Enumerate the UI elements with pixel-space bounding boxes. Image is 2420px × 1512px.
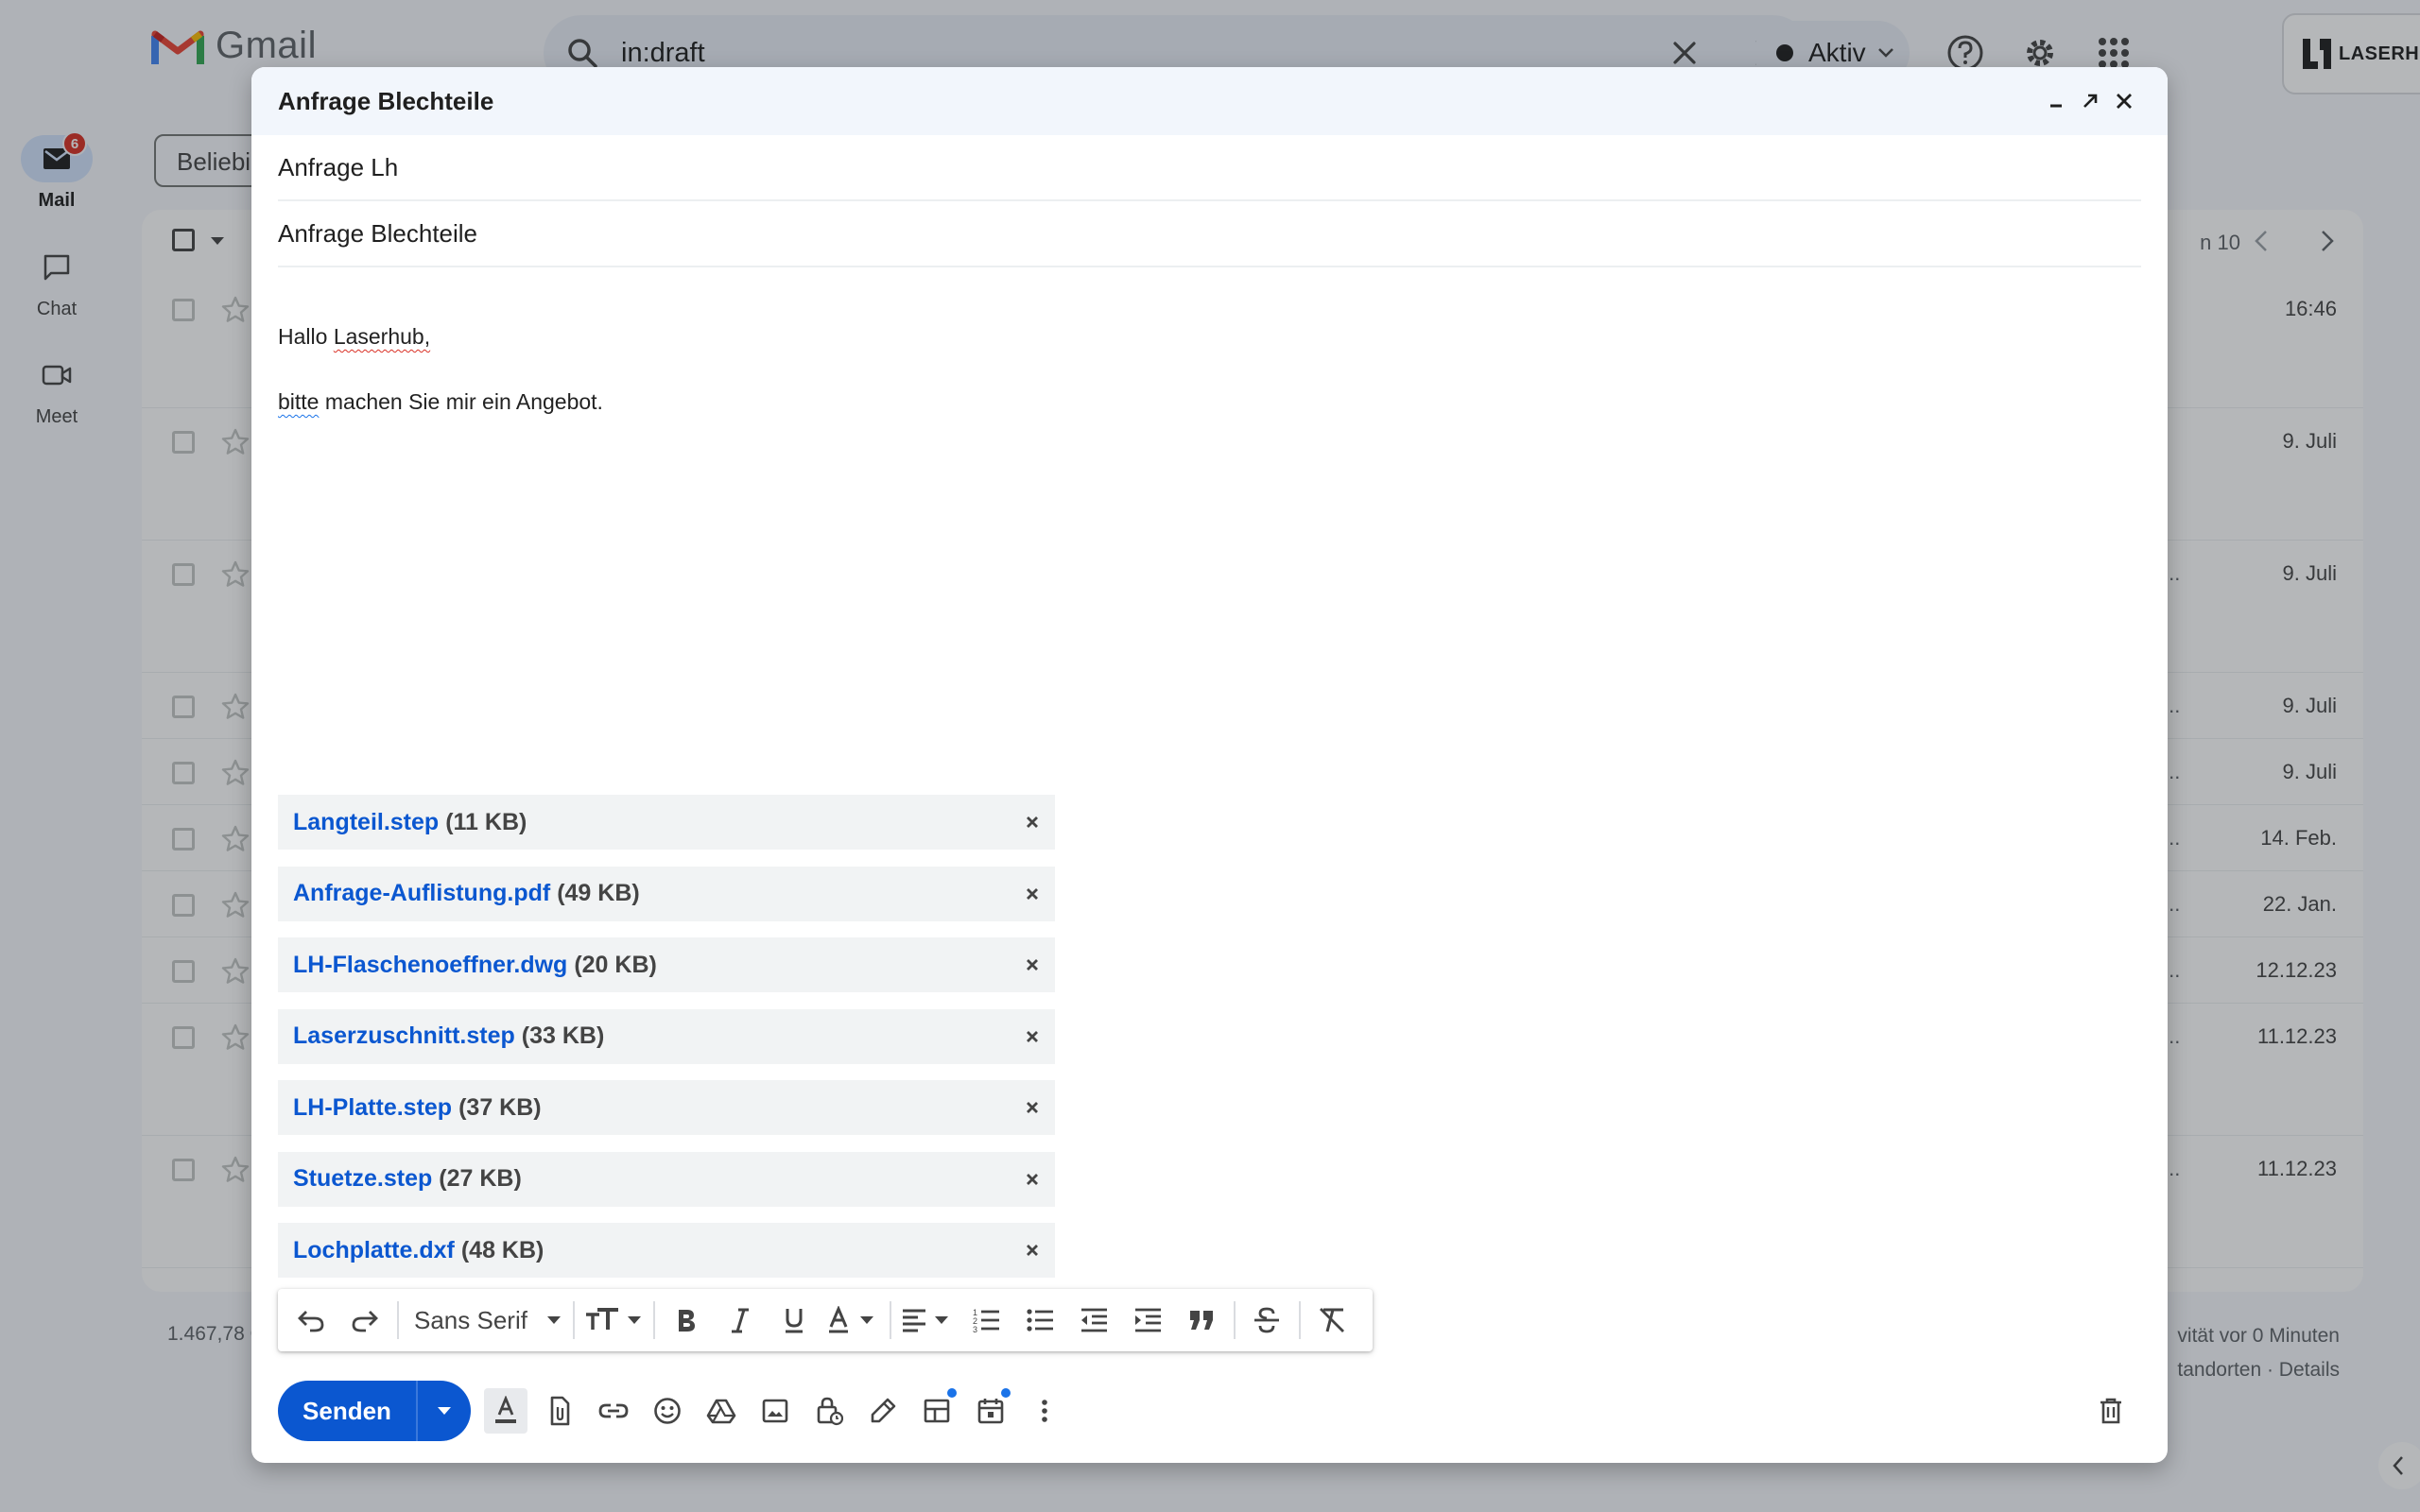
message-body[interactable]: Hallo Laserhub, bitte machen Sie mir ein… <box>278 320 603 451</box>
text-color-icon[interactable] <box>826 1298 879 1342</box>
body-line-1: Hallo Laserhub, <box>278 320 603 352</box>
minimize-icon[interactable] <box>2039 84 2073 118</box>
remove-attachment-icon[interactable] <box>1017 1092 1047 1123</box>
indent-more-icon[interactable] <box>1126 1298 1169 1342</box>
greeting-prefix: Hallo <box>278 324 334 349</box>
separator <box>1298 1301 1301 1339</box>
signature-icon[interactable] <box>861 1388 905 1434</box>
confidential-mode-icon[interactable] <box>807 1388 851 1434</box>
attachment-name[interactable]: Laserzuschnitt.step <box>293 1022 515 1050</box>
emoji-icon[interactable] <box>646 1388 689 1434</box>
svg-text:3: 3 <box>973 1325 977 1333</box>
body-rest: machen Sie mir ein Angebot. <box>319 389 603 414</box>
attachment-size: (37 KB) <box>458 1093 542 1121</box>
remove-attachment-icon[interactable] <box>1017 1164 1047 1194</box>
separator <box>652 1301 655 1339</box>
close-icon[interactable] <box>2107 84 2141 118</box>
font-select[interactable]: Sans Serif <box>408 1306 562 1335</box>
attachment-name[interactable]: Anfrage-Auflistung.pdf <box>293 880 550 907</box>
attachment-chip[interactable]: Lochplatte.dxf (48 KB) <box>278 1223 1055 1278</box>
attachment-size: (49 KB) <box>557 880 640 906</box>
compose-bottom-bar: Senden <box>278 1381 2141 1441</box>
formatting-options-icon[interactable] <box>484 1388 527 1434</box>
strikethrough-icon[interactable] <box>1245 1298 1288 1342</box>
attachment-name[interactable]: LH-Platte.step <box>293 1094 452 1122</box>
remove-formatting-icon[interactable] <box>1310 1298 1354 1342</box>
font-name: Sans Serif <box>414 1305 527 1334</box>
separator <box>1233 1301 1236 1339</box>
pop-out-icon[interactable] <box>2073 84 2107 118</box>
attachment-chip[interactable]: Anfrage-Auflistung.pdf (49 KB) <box>278 866 1055 921</box>
recipients-field[interactable]: Anfrage Lh <box>278 135 2141 201</box>
attachment-size: (11 KB) <box>445 808 527 835</box>
quote-icon[interactable] <box>1180 1298 1223 1342</box>
separator <box>889 1301 891 1339</box>
compose-title: Anfrage Blechteile <box>278 86 494 115</box>
attachment-size: (33 KB) <box>521 1022 605 1049</box>
attachment-chip[interactable]: Laserzuschnitt.step (33 KB) <box>278 1008 1055 1064</box>
italic-icon[interactable] <box>718 1298 762 1342</box>
remove-attachment-icon[interactable] <box>1017 879 1047 909</box>
remove-attachment-icon[interactable] <box>1017 807 1047 837</box>
attachment-chip[interactable]: LH-Platte.step (37 KB) <box>278 1080 1055 1135</box>
body-line-2: bitte machen Sie mir ein Angebot. <box>278 386 603 418</box>
trash-icon[interactable] <box>2088 1388 2134 1434</box>
insert-photo-icon[interactable] <box>753 1388 797 1434</box>
drive-icon[interactable] <box>700 1388 743 1434</box>
formatting-toolbar: Sans Serif 123 <box>278 1289 1373 1351</box>
attachment-size: (48 KB) <box>460 1236 544 1263</box>
send-options-button[interactable] <box>416 1381 471 1441</box>
dropdown-arrow-icon <box>546 1316 561 1324</box>
attachment-name[interactable]: Lochplatte.dxf <box>293 1237 455 1264</box>
attachment-size: (20 KB) <box>574 951 657 978</box>
attachment-chip[interactable]: Langteil.step (11 KB) <box>278 795 1055 850</box>
indent-less-icon[interactable] <box>1072 1298 1115 1342</box>
subject-field[interactable]: Anfrage Blechteile <box>278 201 2141 267</box>
underline-icon[interactable] <box>772 1298 816 1342</box>
separator <box>397 1301 399 1339</box>
more-options-icon[interactable] <box>1023 1388 1066 1434</box>
attachment-size: (27 KB) <box>439 1165 522 1192</box>
send-button[interactable]: Senden <box>278 1381 416 1441</box>
remove-attachment-icon[interactable] <box>1017 1235 1047 1265</box>
attachment-name[interactable]: Langteil.step <box>293 809 439 836</box>
numbered-list-icon[interactable]: 123 <box>964 1298 1008 1342</box>
attachment-name[interactable]: Stuetze.step <box>293 1165 432 1193</box>
align-icon[interactable] <box>901 1298 954 1342</box>
attach-file-icon[interactable] <box>538 1388 581 1434</box>
bulleted-list-icon[interactable] <box>1018 1298 1062 1342</box>
bold-icon[interactable] <box>665 1298 708 1342</box>
new-indicator-dot <box>1001 1388 1011 1398</box>
remove-attachment-icon[interactable] <box>1017 950 1047 980</box>
compose-window: Anfrage Blechteile Anfrage Lh Anfrage Bl… <box>251 67 2168 1463</box>
body-first-word: bitte <box>278 389 320 414</box>
attachment-chip[interactable]: Stuetze.step (27 KB) <box>278 1151 1055 1207</box>
schedule-icon[interactable] <box>969 1388 1012 1434</box>
undo-icon[interactable] <box>289 1298 333 1342</box>
attachment-chip[interactable]: LH-Flaschenoeffner.dwg (20 KB) <box>278 937 1055 992</box>
send-button-group: Senden <box>278 1381 471 1441</box>
redo-icon[interactable] <box>343 1298 387 1342</box>
greeting-name: Laserhub, <box>333 324 431 349</box>
new-indicator-dot <box>947 1388 957 1398</box>
dropdown-arrow-icon <box>438 1407 451 1415</box>
text-size-icon[interactable] <box>584 1298 643 1342</box>
compose-header[interactable]: Anfrage Blechteile <box>251 67 2168 135</box>
separator <box>572 1301 575 1339</box>
remove-attachment-icon[interactable] <box>1017 1022 1047 1052</box>
layouts-icon[interactable] <box>915 1388 959 1434</box>
attachment-list: Langteil.step (11 KB) Anfrage-Auflistung.p… <box>278 795 1055 1295</box>
attachment-name[interactable]: LH-Flaschenoeffner.dwg <box>293 952 567 979</box>
insert-link-icon[interactable] <box>592 1388 635 1434</box>
